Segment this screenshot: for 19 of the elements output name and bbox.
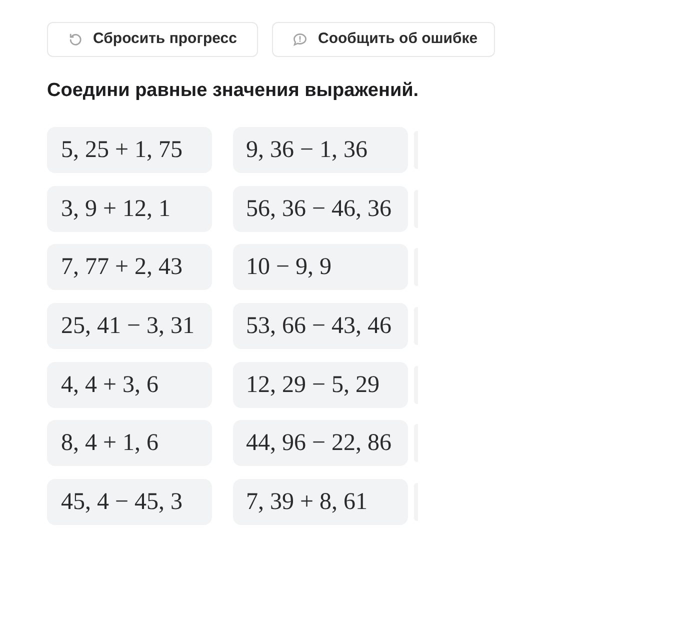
expression-tile[interactable]: 12, 29 − 5, 29 — [233, 362, 408, 408]
reset-icon — [69, 33, 82, 46]
expression-tile[interactable]: 44, 96 − 22, 86 — [233, 420, 408, 466]
speech-bubble-icon — [293, 33, 307, 46]
expression-tile[interactable]: 10 − 9, 9 — [233, 244, 408, 290]
expression-tile[interactable]: 56, 36 − 46, 36 — [233, 186, 408, 232]
expression-tile[interactable]: 3, 9 + 12, 1 — [47, 186, 212, 232]
reset-progress-button[interactable]: Сбросить прогресс — [47, 22, 258, 57]
expression-tile[interactable]: 45, 4 − 45, 3 — [47, 478, 212, 525]
expression-tile[interactable]: 25, 41 − 3, 31 — [47, 302, 212, 349]
expression-tile[interactable]: 7, 77 + 2, 43 — [47, 244, 212, 290]
report-error-button[interactable]: Сообщить об ошибке — [272, 22, 495, 57]
expression-tile[interactable]: 53, 66 − 43, 46 — [233, 302, 408, 349]
expression-tile[interactable]: 4, 4 + 3, 6 — [47, 362, 212, 408]
expression-tile[interactable]: 7, 39 + 8, 61 — [233, 478, 408, 525]
expression-tile[interactable]: 5, 25 + 1, 75 — [47, 127, 212, 173]
expression-tile[interactable]: 8, 4 + 1, 6 — [47, 420, 212, 466]
expression-tile[interactable]: 9, 36 − 1, 36 — [233, 127, 408, 173]
instruction-text: Соедини равные значения выражений. — [47, 79, 420, 103]
